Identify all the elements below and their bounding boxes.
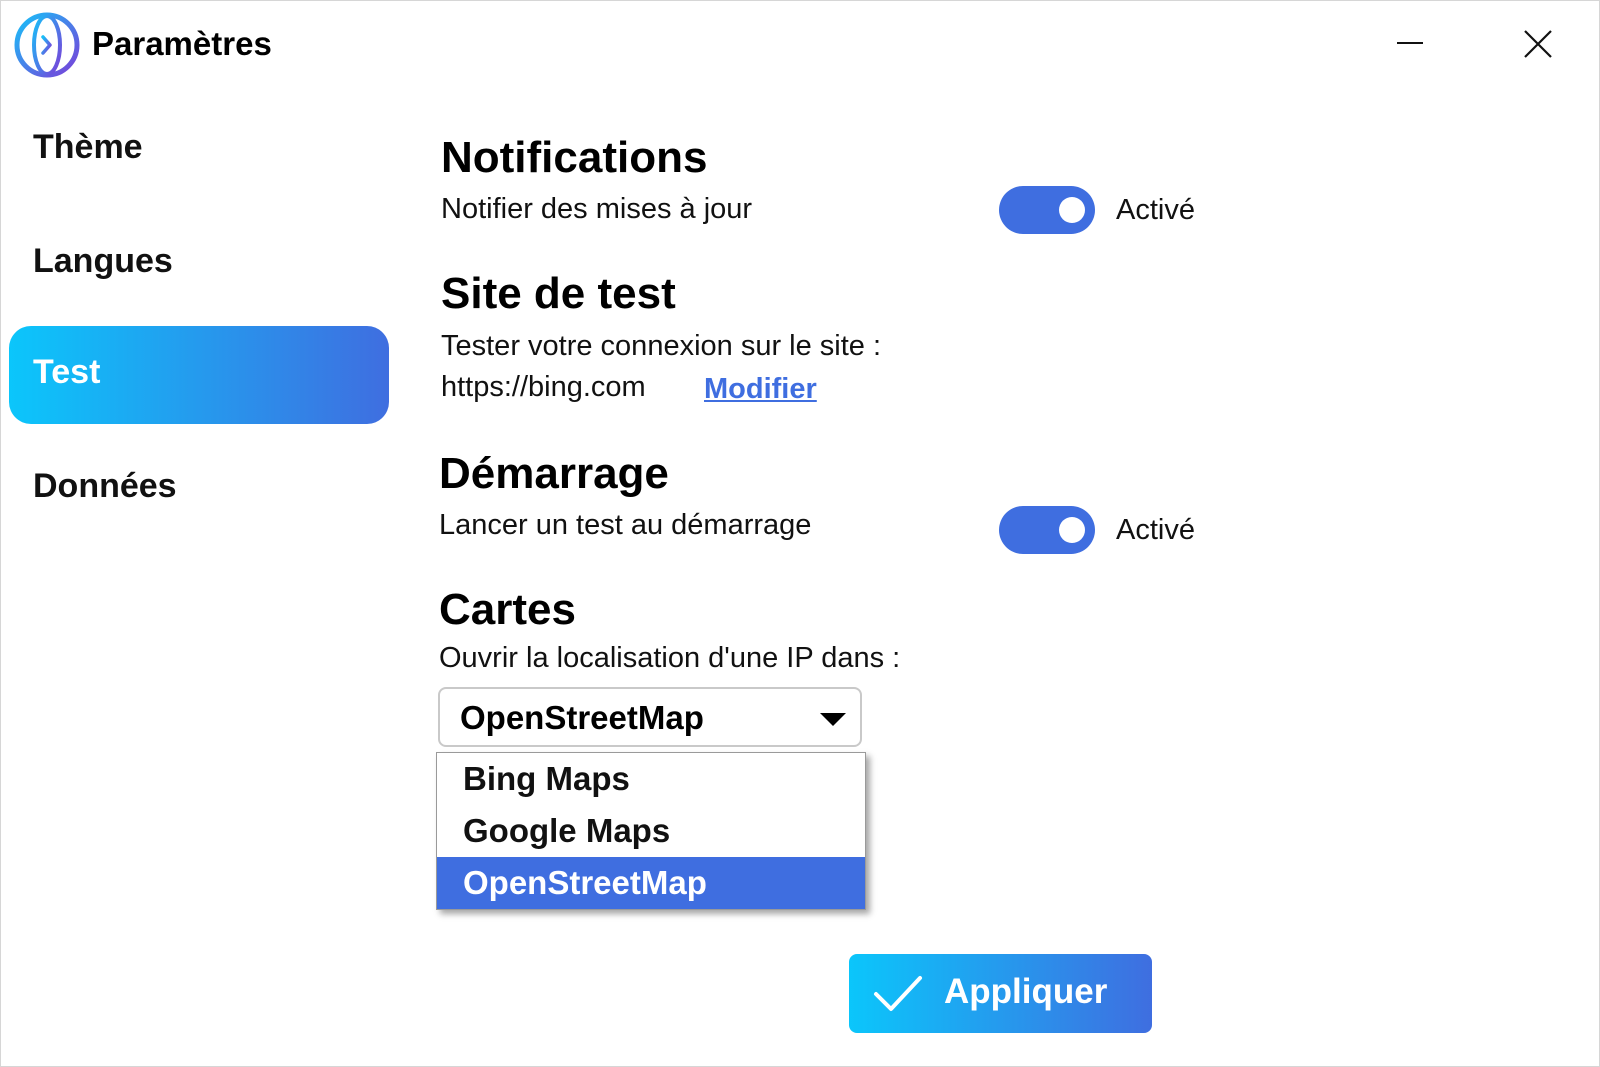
check-icon [874,976,922,1011]
maps-dropdown[interactable]: OpenStreetMap [438,687,862,747]
startup-description: Lancer un test au démarrage [439,509,812,541]
dropdown-option-openstreetmap[interactable]: OpenStreetMap [437,857,865,909]
dropdown-option-label: Google Maps [463,812,671,849]
test-site-title: Site de test [441,269,676,318]
dropdown-option-bing-maps[interactable]: Bing Maps [437,753,865,805]
dropdown-option-label: Bing Maps [463,760,630,797]
maps-description: Ouvrir la localisation d'une IP dans : [439,642,901,674]
maps-dropdown-menu: Bing Maps Google Maps OpenStreetMap [436,752,866,910]
notifications-toggle-label: Activé [1116,194,1195,226]
dropdown-option-google-maps[interactable]: Google Maps [437,805,865,857]
startup-toggle-label: Activé [1116,514,1195,546]
settings-content: Notifications Notifier des mises à jour … [1,1,1599,1066]
maps-title: Cartes [439,585,576,634]
notifications-toggle[interactable] [999,186,1095,234]
chevron-down-icon [820,713,846,726]
test-site-description: Tester votre connexion sur le site : [441,330,882,362]
notifications-title: Notifications [441,133,708,182]
apply-button-label: Appliquer [944,972,1108,1011]
dropdown-option-label: OpenStreetMap [463,864,707,901]
startup-title: Démarrage [439,449,669,498]
maps-dropdown-value: OpenStreetMap [460,699,704,736]
notifications-description: Notifier des mises à jour [441,193,753,225]
apply-button[interactable]: Appliquer [849,954,1152,1033]
startup-toggle[interactable] [999,506,1095,554]
settings-window: Paramètres Thème Langues Test Données No… [0,0,1600,1067]
test-site-url: https://bing.com [441,371,646,403]
modify-link[interactable]: Modifier [704,373,817,406]
